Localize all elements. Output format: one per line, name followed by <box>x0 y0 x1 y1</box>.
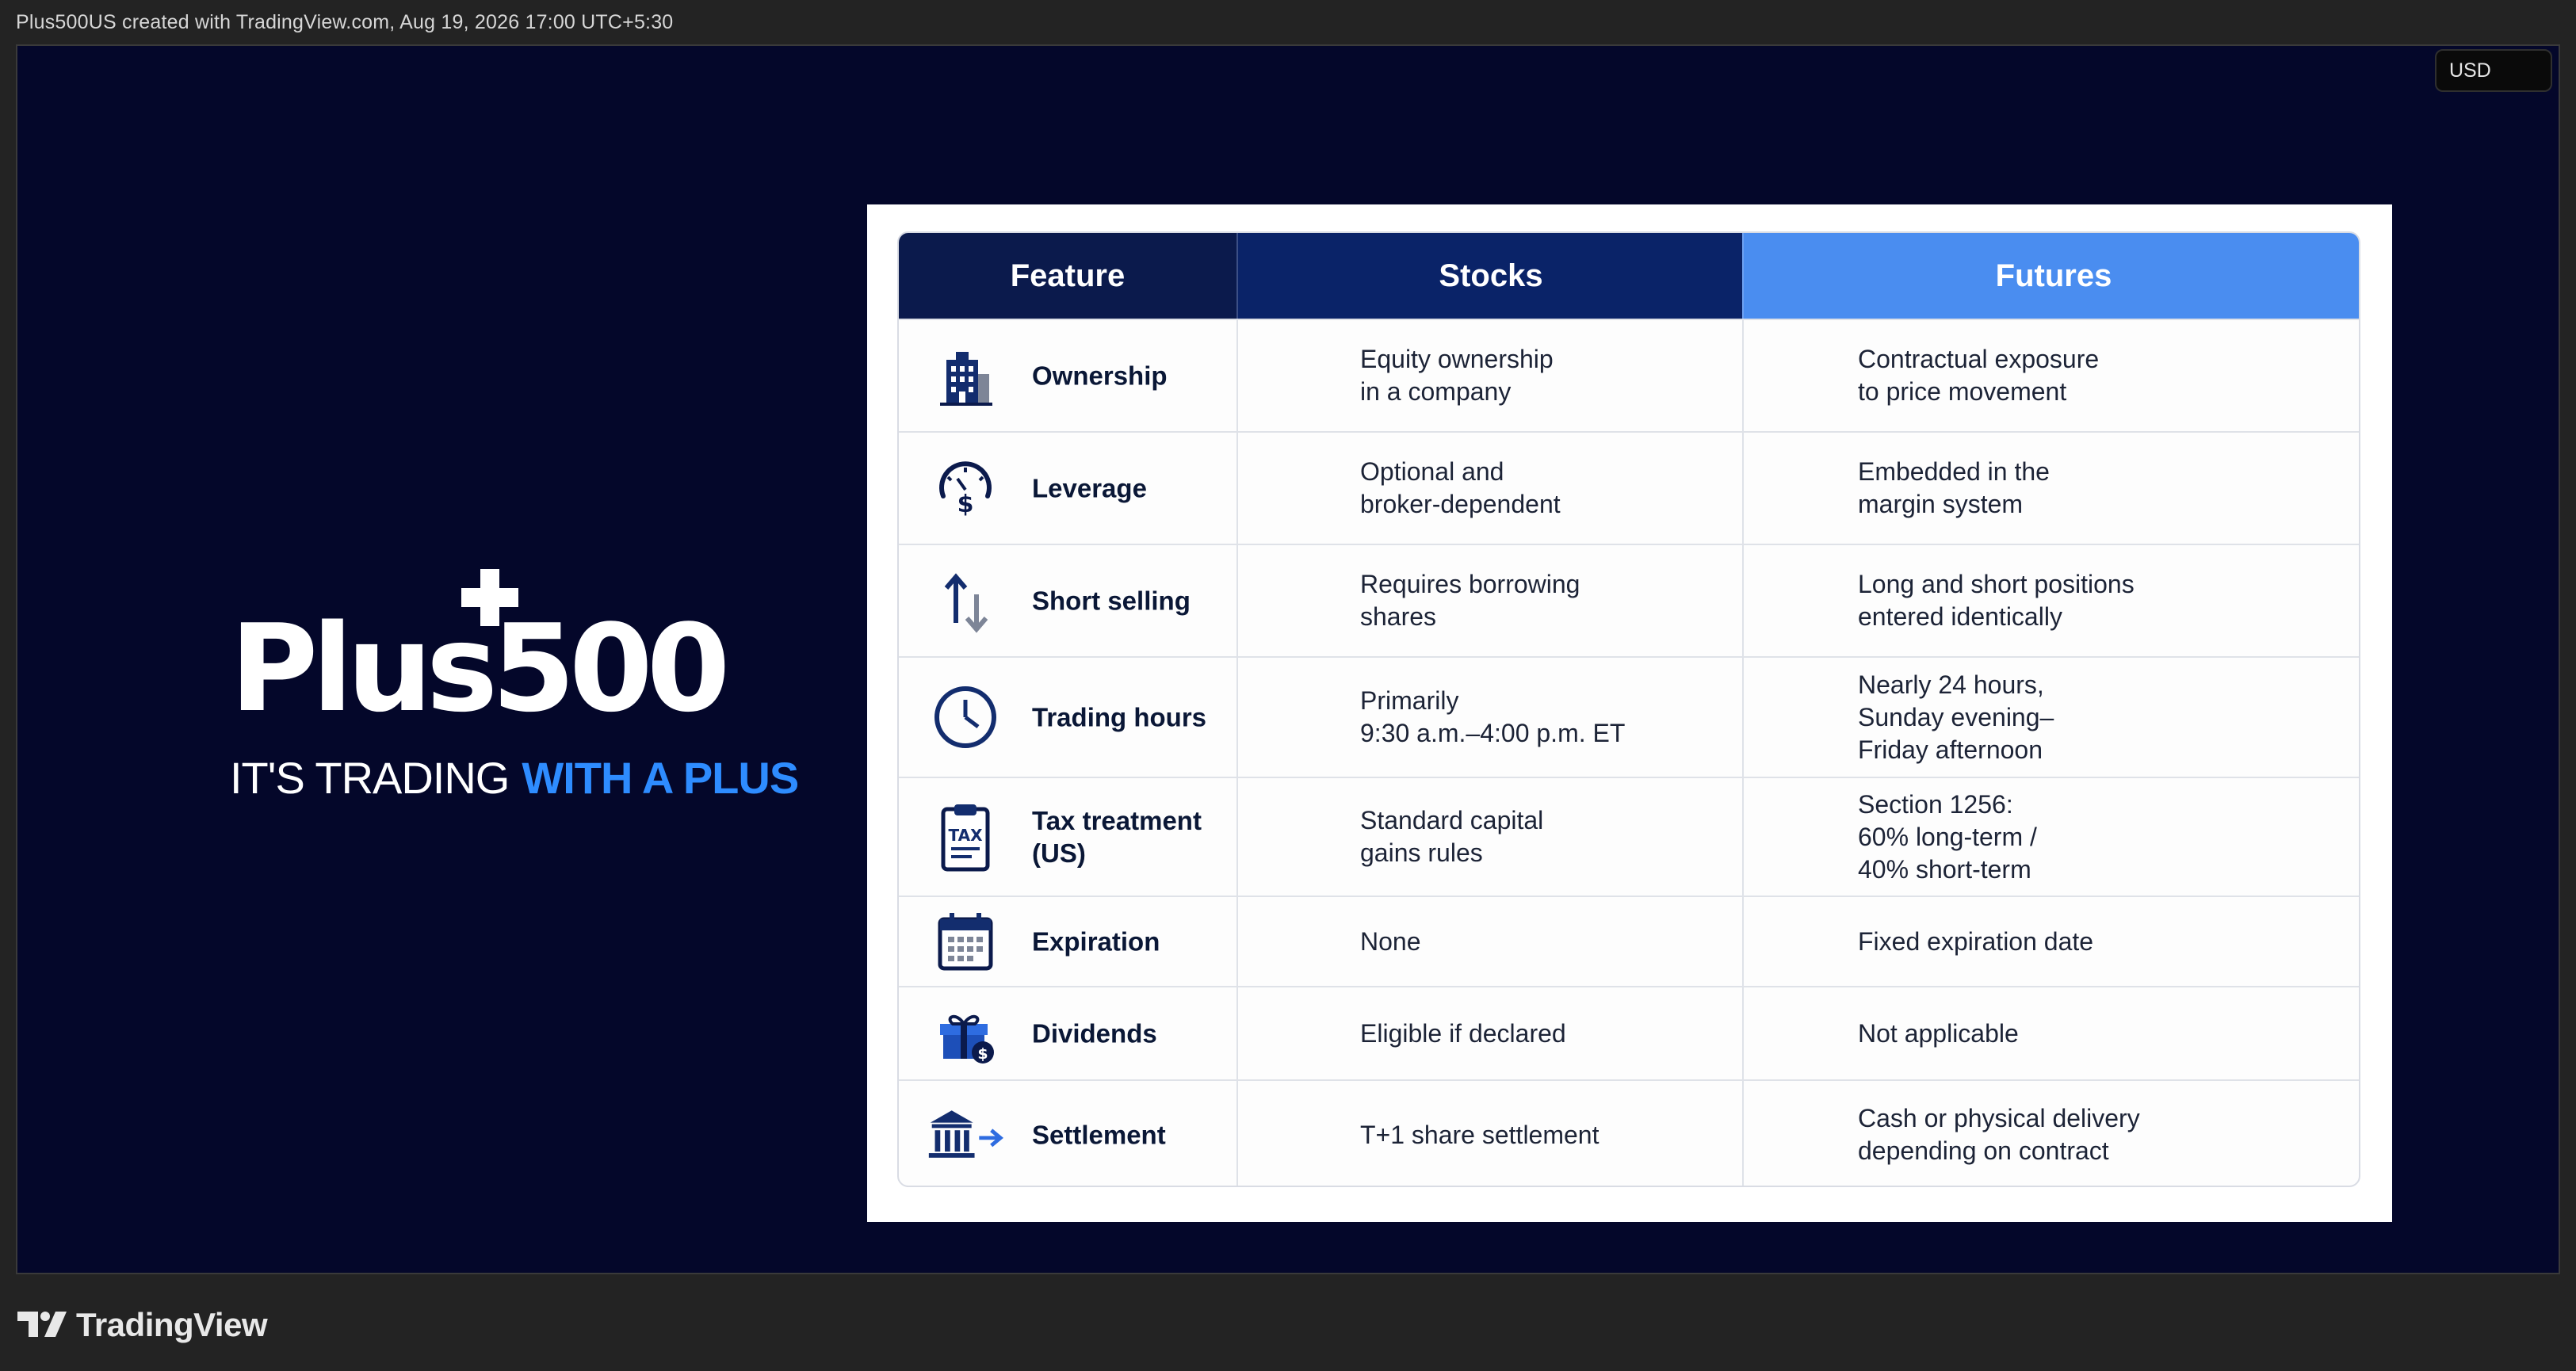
plus500-logo: Plus500 IT'S TRADING WITH A PLUS <box>216 563 799 816</box>
futures-cell: Fixed expiration date <box>1858 926 2094 956</box>
tagline-white: IT'S TRADING <box>230 753 510 803</box>
stocks-cell: Primarily 9:30 a.m.–4:00 p.m. ET <box>1360 686 1626 747</box>
header-stocks: Stocks <box>1236 233 1744 319</box>
feature-label: Tax treatment (US) <box>1032 806 1202 868</box>
table-row: Trading hours Primarily 9:30 a.m.–4:00 p… <box>899 656 2359 777</box>
building-icon <box>926 342 1005 409</box>
logo-tagline: IT'S TRADING WITH A PLUS <box>230 753 799 803</box>
stocks-cell: T+1 share settlement <box>1360 1120 1599 1149</box>
feature-label: Leverage <box>1032 473 1147 503</box>
header-feature: Feature <box>899 233 1236 319</box>
header-futures: Futures <box>1742 233 2359 319</box>
feature-label: Expiration <box>1032 926 1160 957</box>
futures-cell: Embedded in the margin system <box>1858 457 2050 518</box>
futures-cell: Contractual exposure to price movement <box>1858 345 2100 406</box>
stocks-cell: Requires borrowing shares <box>1360 570 1580 631</box>
snapshot-caption: Plus500US created with TradingView.com, … <box>16 10 674 33</box>
stocks-cell: Eligible if declared <box>1360 1018 1566 1048</box>
stocks-cell: Optional and broker-dependent <box>1360 457 1561 518</box>
tagline-blue: WITH A PLUS <box>522 753 799 803</box>
bottom-bar: TradingView <box>0 1274 2576 1371</box>
table-row: Ownership Equity ownership in a company … <box>899 319 2359 431</box>
feature-label: Short selling <box>1032 586 1191 616</box>
table-row: TAX Tax treatment (US) Standard capital … <box>899 777 2359 896</box>
table-row: Short selling Requires borrowing shares … <box>899 544 2359 656</box>
tradingview-icon <box>17 1312 67 1337</box>
gauge-dollar-icon: $ <box>926 455 1005 521</box>
stocks-cell: None <box>1360 926 1421 956</box>
table-row: Settlement T+1 share settlement Cash or … <box>899 1079 2359 1186</box>
table-row: $ Dividends Eligible if declared Not app… <box>899 986 2359 1079</box>
futures-cell: Not applicable <box>1858 1018 2019 1048</box>
bank-arrow-icon <box>926 1102 1005 1168</box>
feature-label: Dividends <box>1032 1018 1157 1048</box>
tax-clipboard-icon: TAX <box>926 804 1005 872</box>
calendar-icon <box>926 908 1005 975</box>
chart-canvas[interactable]: USD Plus500 IT'S TRADING WITH A PLUS Feat… <box>16 44 2560 1274</box>
feature-label: Trading hours <box>1032 702 1207 732</box>
tradingview-wordmark: TradingView <box>76 1306 268 1343</box>
top-bar: Plus500US created with TradingView.com, … <box>0 0 2576 44</box>
gift-dollar-icon: $ <box>926 1000 1005 1067</box>
tradingview-logo[interactable]: TradingView <box>17 1306 268 1344</box>
futures-cell: Nearly 24 hours, Sunday evening– Friday … <box>1858 670 2054 764</box>
stocks-cell: Standard capital gains rules <box>1360 806 1544 867</box>
table-row: $ Leverage Optional and broker-dependent… <box>899 431 2359 544</box>
feature-label: Ownership <box>1032 361 1168 391</box>
svg-text:$: $ <box>957 491 974 518</box>
logo-wordmark: Plus500 <box>230 598 730 739</box>
futures-cell: Long and short positions entered identic… <box>1858 570 2135 631</box>
clock-icon <box>926 684 1005 750</box>
stocks-cell: Equity ownership in a company <box>1360 345 1554 406</box>
svg-text:TAX: TAX <box>949 826 984 845</box>
currency-label[interactable]: USD <box>2435 49 2552 92</box>
futures-cell: Section 1256: 60% long-term / 40% short-… <box>1858 789 2037 884</box>
svg-text:$: $ <box>977 1045 988 1063</box>
futures-cell: Cash or physical delivery depending on c… <box>1858 1104 2140 1165</box>
comparison-card: Feature Stocks Futures Ownership Equity … <box>867 204 2392 1222</box>
comparison-table: Feature Stocks Futures Ownership Equity … <box>897 231 2360 1187</box>
table-row: Expiration None Fixed expiration date <box>899 896 2359 986</box>
up-down-arrows-icon <box>926 567 1005 634</box>
feature-label: Settlement <box>1032 1120 1166 1150</box>
